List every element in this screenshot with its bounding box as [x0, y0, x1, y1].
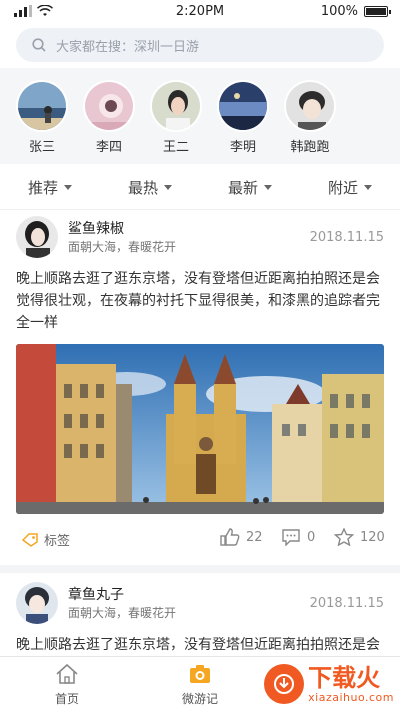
favorite-button[interactable]: 120 [334, 528, 385, 546]
caret-down-icon [364, 185, 372, 190]
tab-recommend[interactable]: 推荐 [0, 166, 100, 209]
download-icon [264, 664, 305, 704]
post-text: 晚上顺路去逛了逛东京塔，没有登塔但近距离拍拍照还是会 [16, 637, 380, 653]
caret-down-icon [164, 185, 172, 190]
star-icon [334, 528, 354, 546]
caret-down-icon [64, 185, 72, 190]
nav-label: 微游记 [181, 692, 218, 706]
battery-percent: 100% [320, 4, 358, 19]
user-name: 张三 [28, 140, 55, 155]
user-name: 王二 [162, 140, 189, 155]
tag-icon [22, 532, 38, 547]
watermark-logo: 下载火 xiazaihuo.com [264, 664, 394, 704]
tab-label: 附近 [327, 179, 358, 197]
post-divider [0, 565, 400, 573]
tab-latest[interactable]: 最新 [200, 166, 300, 209]
tab-label: 最新 [227, 179, 258, 197]
like-button[interactable]: 22 [220, 528, 263, 546]
watermark-domain: xiazaihuo.com [308, 690, 394, 704]
camera-icon [190, 665, 210, 683]
tab-nearby[interactable]: 附近 [300, 166, 400, 209]
post-date: 2018.11.15 [309, 596, 384, 611]
nav-travel-notes[interactable]: 微游记 [165, 663, 235, 707]
search-placeholder: 大家都在搜：深圳一日游 [56, 39, 200, 55]
avatar [16, 80, 68, 132]
post-image[interactable] [16, 344, 384, 514]
user-avatar-row: 张三 李四 王二 李明 韩跑跑 [0, 68, 400, 164]
user-item-3[interactable]: 王二 [148, 80, 204, 155]
avatar[interactable] [16, 582, 58, 624]
user-item-1[interactable]: 张三 [14, 80, 70, 155]
user-name: 韩跑跑 [290, 140, 330, 155]
tab-label: 推荐 [27, 179, 58, 197]
post-subtitle: 面朝大海，春暖花开 [68, 240, 177, 254]
post-actions: 标签 22 0 120 [0, 514, 400, 562]
post-header: 章鱼丸子 面朝大海，春暖花开 2018.11.15 [0, 578, 400, 628]
user-item-2[interactable]: 李四 [81, 80, 137, 155]
post-tag[interactable]: 标签 [22, 530, 70, 549]
thumbs-up-icon [220, 528, 240, 546]
post-card[interactable]: 鲨鱼辣椒 面朝大海，春暖花开 2018.11.15 晚上顺路去逛了逛东京塔，没有… [0, 212, 400, 562]
avatar [150, 80, 202, 132]
battery-icon [364, 6, 391, 17]
avatar [217, 80, 269, 132]
tab-hot[interactable]: 最热 [100, 166, 200, 209]
battery-group: 100% [320, 4, 391, 19]
post-author[interactable]: 章鱼丸子 [68, 584, 124, 604]
search-icon [32, 38, 46, 52]
user-name: 李明 [229, 140, 256, 155]
caret-down-icon [264, 185, 272, 190]
tab-label: 最热 [127, 179, 158, 197]
search-input[interactable]: 大家都在搜：深圳一日游 [16, 28, 384, 62]
comment-button[interactable]: 0 [281, 528, 315, 546]
nav-home[interactable]: 首页 [32, 663, 102, 707]
nav-label: 首页 [54, 692, 79, 706]
status-bar: 2:20PM 100% [0, 0, 400, 24]
avatar [83, 80, 135, 132]
comment-count: 0 [307, 529, 316, 545]
post-text: 晚上顺路去逛了逛东京塔，没有登塔但近距离拍拍照还是会觉得很壮观，在夜幕的衬托下显… [16, 271, 380, 331]
user-name: 李四 [95, 140, 122, 155]
post-author[interactable]: 鲨鱼辣椒 [68, 218, 124, 238]
comment-icon [282, 529, 300, 546]
favorite-count: 120 [360, 529, 385, 545]
post-header: 鲨鱼辣椒 面朝大海，春暖花开 2018.11.15 [0, 212, 400, 262]
like-count: 22 [246, 529, 263, 545]
avatar [284, 80, 336, 132]
watermark-title: 下载火 [308, 663, 381, 692]
filter-tabs: 推荐 最热 最新 附近 [0, 166, 400, 210]
user-item-4[interactable]: 李明 [215, 80, 271, 155]
post-subtitle: 面朝大海，春暖花开 [68, 606, 177, 620]
tag-label: 标签 [44, 534, 71, 549]
post-date: 2018.11.15 [309, 230, 384, 245]
post-card[interactable]: 章鱼丸子 面朝大海，春暖花开 2018.11.15 晚上顺路去逛了逛东京塔，没有… [0, 578, 400, 656]
user-item-5[interactable]: 韩跑跑 [282, 80, 338, 155]
home-icon [56, 663, 78, 684]
avatar[interactable] [16, 216, 58, 258]
